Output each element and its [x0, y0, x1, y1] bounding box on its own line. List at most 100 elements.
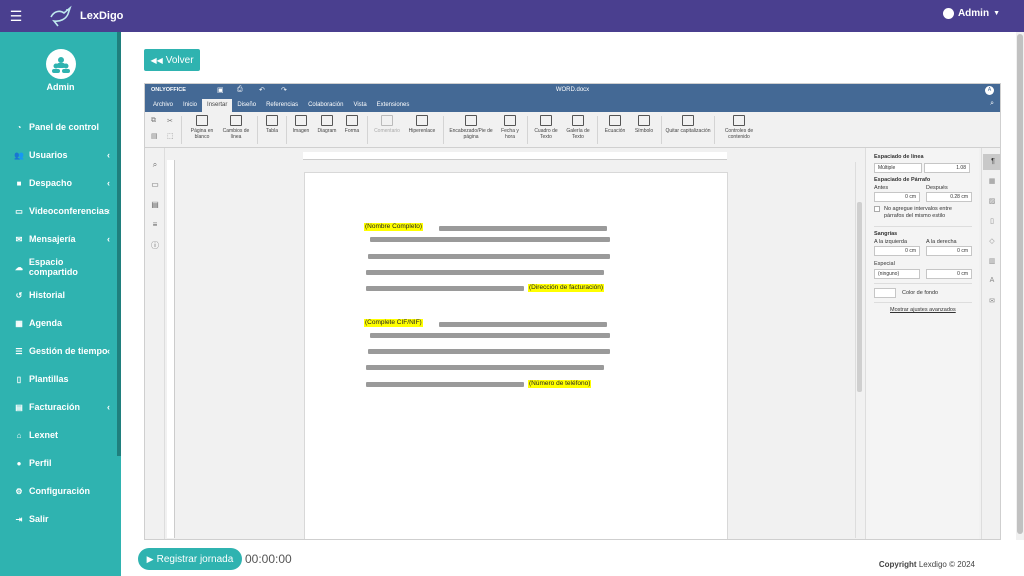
- advanced-settings-link[interactable]: Mostrar ajustes avanzados: [890, 307, 956, 313]
- page-scrollbar-thumb[interactable]: [1017, 34, 1023, 534]
- vertical-ruler[interactable]: [167, 160, 175, 538]
- sidebar-item-salir[interactable]: ⇥ Salir: [14, 511, 114, 527]
- navigation-icon[interactable]: ≡: [150, 220, 160, 230]
- placeholder-cif-nif[interactable]: (Complete CIF/NIF): [364, 319, 423, 327]
- sidebar-item-espacio-compartido[interactable]: ☁ Espacio compartido: [14, 257, 114, 277]
- no-intervals-label: No agregue intervalos entre párrafos del…: [884, 206, 952, 219]
- sidebar-item-usuarios[interactable]: 👥 Usuarios ‹: [14, 147, 114, 163]
- sidebar-item-panel-de-control[interactable]: ◔ Panel de control: [14, 119, 114, 135]
- tab-inicio[interactable]: Inicio: [178, 99, 202, 112]
- content-controls-button[interactable]: Controles de contenido: [718, 115, 760, 140]
- tab-archivo[interactable]: Archivo: [148, 99, 178, 112]
- sidebar-item-perfil[interactable]: ● Perfil: [14, 455, 114, 471]
- user-menu[interactable]: Admin ▼: [942, 8, 1000, 19]
- background-color-picker[interactable]: [874, 288, 896, 298]
- back-button[interactable]: ◀◀ Volver: [144, 49, 200, 71]
- sidebar-item-despacho[interactable]: ■ Despacho ‹: [14, 175, 114, 191]
- text-art-button[interactable]: Galería de Texto: [563, 115, 593, 140]
- sidebar-item-facturacion[interactable]: ▤ Facturación ‹: [14, 399, 114, 415]
- document-scrollbar-thumb[interactable]: [857, 202, 862, 392]
- calendar-icon: ▦: [15, 318, 23, 328]
- line-spacing-mode-select[interactable]: Múltiple: [874, 163, 922, 173]
- text-art-settings-icon[interactable]: A: [987, 277, 997, 286]
- left-indent-label: A la izquierda: [874, 239, 908, 245]
- table-settings-icon[interactable]: ▦: [987, 177, 997, 186]
- shape-button[interactable]: Forma: [341, 115, 363, 134]
- text-box-button[interactable]: Cuadro de Texto: [531, 115, 561, 140]
- hyperlink-button[interactable]: Hiperenlace: [405, 115, 439, 134]
- header-footer-button[interactable]: Encabezado/Pie de página: [447, 115, 495, 140]
- mail-merge-icon[interactable]: ✉: [987, 297, 997, 306]
- info-icon[interactable]: ⓘ: [150, 240, 160, 250]
- comment-button[interactable]: Comentario: [371, 115, 403, 134]
- tab-diseno[interactable]: Diseño: [232, 99, 261, 112]
- sidebar-item-plantillas[interactable]: ▯ Plantillas: [14, 371, 114, 387]
- blank-page-button[interactable]: Página en blanco: [185, 115, 219, 140]
- tab-insertar[interactable]: Insertar: [202, 99, 233, 112]
- cut-icon[interactable]: ✂: [167, 117, 173, 125]
- chat-icon[interactable]: ▤: [150, 200, 160, 210]
- sidebar-item-mensajeria[interactable]: ✉ Mensajería ‹: [14, 231, 114, 247]
- placeholder-full-name[interactable]: (Nombre Completo): [364, 223, 424, 231]
- after-label: Después: [926, 185, 948, 191]
- date-time-button[interactable]: Fecha y hora: [497, 115, 523, 140]
- sidebar-item-configuracion[interactable]: ⚙ Configuración: [14, 483, 114, 499]
- hamburger-icon[interactable]: ☰: [0, 0, 32, 32]
- editor-left-panel: ⌕ ▭ ▤ ≡ ⓘ: [145, 148, 165, 539]
- cloud-upload-icon: ☁: [14, 262, 23, 272]
- placeholder-billing-address[interactable]: (Dirección de facturación): [528, 284, 605, 292]
- chart-settings-icon[interactable]: ▥: [987, 257, 997, 266]
- dropcap-button[interactable]: Quitar capitalización: [665, 115, 711, 134]
- sidebar-item-agenda[interactable]: ▦ Agenda: [14, 315, 114, 331]
- tab-vista[interactable]: Vista: [348, 99, 371, 112]
- redacted-line: [370, 237, 610, 242]
- symbol-button[interactable]: Símbolo: [631, 115, 657, 134]
- sidebar-item-historial[interactable]: ↺ Historial: [14, 287, 114, 303]
- document-page[interactable]: (Nombre Completo) (Dirección de facturac…: [304, 172, 728, 539]
- breaks-button[interactable]: Cambios de línea: [219, 115, 253, 140]
- sidebar-item-lexnet[interactable]: ⌂ Lexnet: [14, 427, 114, 443]
- app-logo[interactable]: LexDigo: [48, 5, 123, 27]
- placeholder-phone-number[interactable]: (Número de teléfono): [528, 380, 592, 388]
- before-input[interactable]: 0 cm: [874, 192, 920, 202]
- double-chevron-left-icon: ◀◀: [150, 55, 163, 65]
- special-select[interactable]: (ninguno): [874, 269, 920, 279]
- tab-colaboracion[interactable]: Colaboración: [303, 99, 348, 112]
- redacted-line: [366, 365, 604, 370]
- image-button[interactable]: Imagen: [289, 115, 313, 134]
- copy-icon[interactable]: ⧉: [151, 117, 156, 125]
- right-indent-input[interactable]: 0 cm: [926, 246, 972, 256]
- register-workday-button[interactable]: ▶ Registrar jornada: [138, 548, 242, 570]
- table-button[interactable]: Tabla: [261, 115, 283, 134]
- line-spacing-value-input[interactable]: 1.08: [924, 163, 970, 173]
- tab-referencias[interactable]: Referencias: [261, 99, 303, 112]
- shape-settings-icon[interactable]: ◇: [987, 237, 997, 246]
- paragraph-spacing-title: Espaciado de Párrafo: [874, 177, 931, 183]
- editor-user-avatar[interactable]: A: [985, 86, 994, 95]
- horizontal-ruler[interactable]: [303, 152, 727, 160]
- before-label: Antes: [874, 185, 889, 191]
- paste-icon[interactable]: ▤: [151, 132, 158, 140]
- paragraph-settings-icon[interactable]: ¶: [983, 154, 1000, 170]
- sidebar-item-gestion-de-tiempo[interactable]: ☰ Gestión de tiempo ‹: [14, 343, 114, 359]
- text-box-label: Cuadro de Texto: [534, 128, 558, 140]
- comments-icon[interactable]: ▭: [150, 180, 160, 190]
- no-intervals-checkbox[interactable]: [874, 206, 880, 212]
- equation-button[interactable]: Ecuación: [601, 115, 629, 134]
- header-footer-settings-icon[interactable]: ▯: [987, 217, 997, 226]
- left-indent-input[interactable]: 0 cm: [874, 246, 920, 256]
- special-amount-input[interactable]: 0 cm: [926, 269, 972, 279]
- sidebar-item-label: Lexnet: [29, 430, 59, 440]
- after-input[interactable]: 0.28 cm: [926, 192, 972, 202]
- page-scrollbar[interactable]: [1016, 32, 1024, 576]
- search-icon[interactable]: ⌕: [150, 160, 160, 170]
- select-all-icon[interactable]: ⬚: [167, 132, 174, 140]
- chart-button[interactable]: Diagram: [315, 115, 339, 134]
- document-scrollbar[interactable]: [855, 162, 863, 538]
- sidebar-item-label: Configuración: [29, 486, 90, 496]
- sidebar-item-videoconferencias[interactable]: ▭ Videoconferencias ‹: [14, 203, 114, 219]
- tab-extensiones[interactable]: Extensiones: [372, 99, 415, 112]
- toolbar-divider: [597, 116, 598, 144]
- search-icon[interactable]: ⌕: [990, 100, 994, 108]
- image-settings-icon[interactable]: ▨: [987, 197, 997, 206]
